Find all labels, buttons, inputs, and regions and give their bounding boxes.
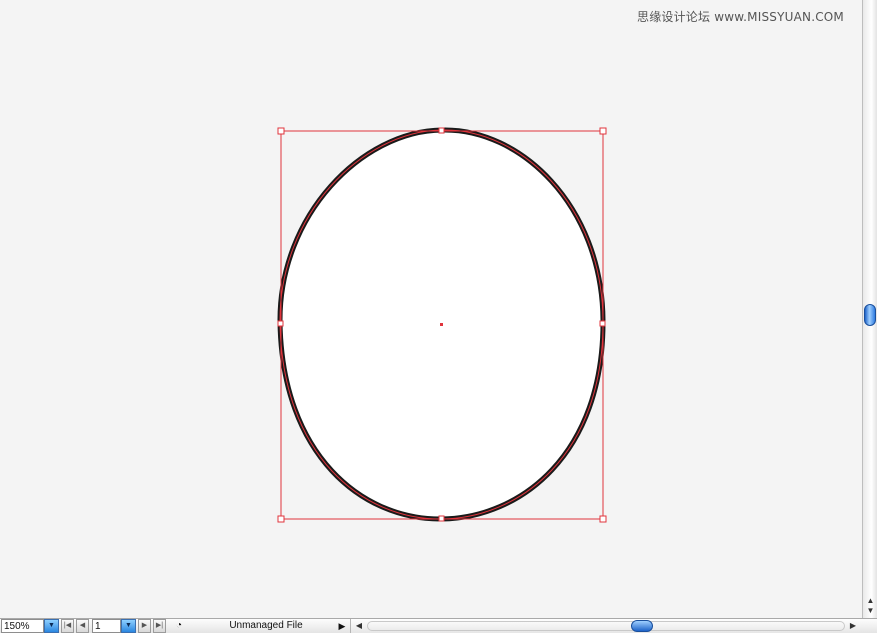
bbox-handle-top-left[interactable] [277,127,285,135]
version-cue-icon[interactable]: ◔ [172,619,186,633]
page-number-field[interactable]: 1 [92,619,121,633]
bbox-handle-bottom-left[interactable] [277,515,285,523]
chevron-down-icon[interactable]: ▼ [44,619,59,633]
document-status: Unmanaged File [229,620,303,631]
status-bar: 150% ▼ |◀ ◀ 1 ▼ ▶ ▶| ◔ Unmanaged File ▶ … [0,618,877,633]
center-point [440,323,443,326]
anchor-point-right[interactable] [599,320,606,327]
scroll-up-icon[interactable]: ▲ [865,596,876,606]
bbox-handle-top-right[interactable] [599,127,607,135]
zoom-level-field[interactable]: 150% [1,619,44,633]
artboard-canvas[interactable]: 思缘设计论坛 www.MISSYUAN.COM [0,0,862,618]
vertical-scrollbar[interactable]: ▲ ▼ [862,0,877,618]
anchor-point-bottom[interactable] [438,515,445,522]
bbox-handle-bottom-right[interactable] [599,515,607,523]
scroll-left-icon[interactable]: ◀ [353,619,365,633]
vertical-scroll-thumb[interactable] [864,304,876,326]
anchor-point-left[interactable] [277,320,284,327]
horizontal-scroll-thumb[interactable] [631,620,653,632]
chevron-down-icon[interactable]: ▼ [121,619,136,633]
anchor-point-top[interactable] [438,127,445,134]
triangle-right-icon[interactable]: ▶ [336,619,348,633]
horizontal-scrollbar[interactable]: ◀ ▶ [350,619,860,633]
prev-page-icon[interactable]: ◀ [76,619,89,633]
artwork-layer [277,127,607,523]
first-page-icon[interactable]: |◀ [61,619,74,633]
last-page-icon[interactable]: ▶| [153,619,166,633]
horizontal-scroll-track[interactable] [367,621,845,631]
next-page-icon[interactable]: ▶ [138,619,151,633]
scroll-down-icon[interactable]: ▼ [865,606,876,616]
scroll-right-icon[interactable]: ▶ [847,619,859,633]
